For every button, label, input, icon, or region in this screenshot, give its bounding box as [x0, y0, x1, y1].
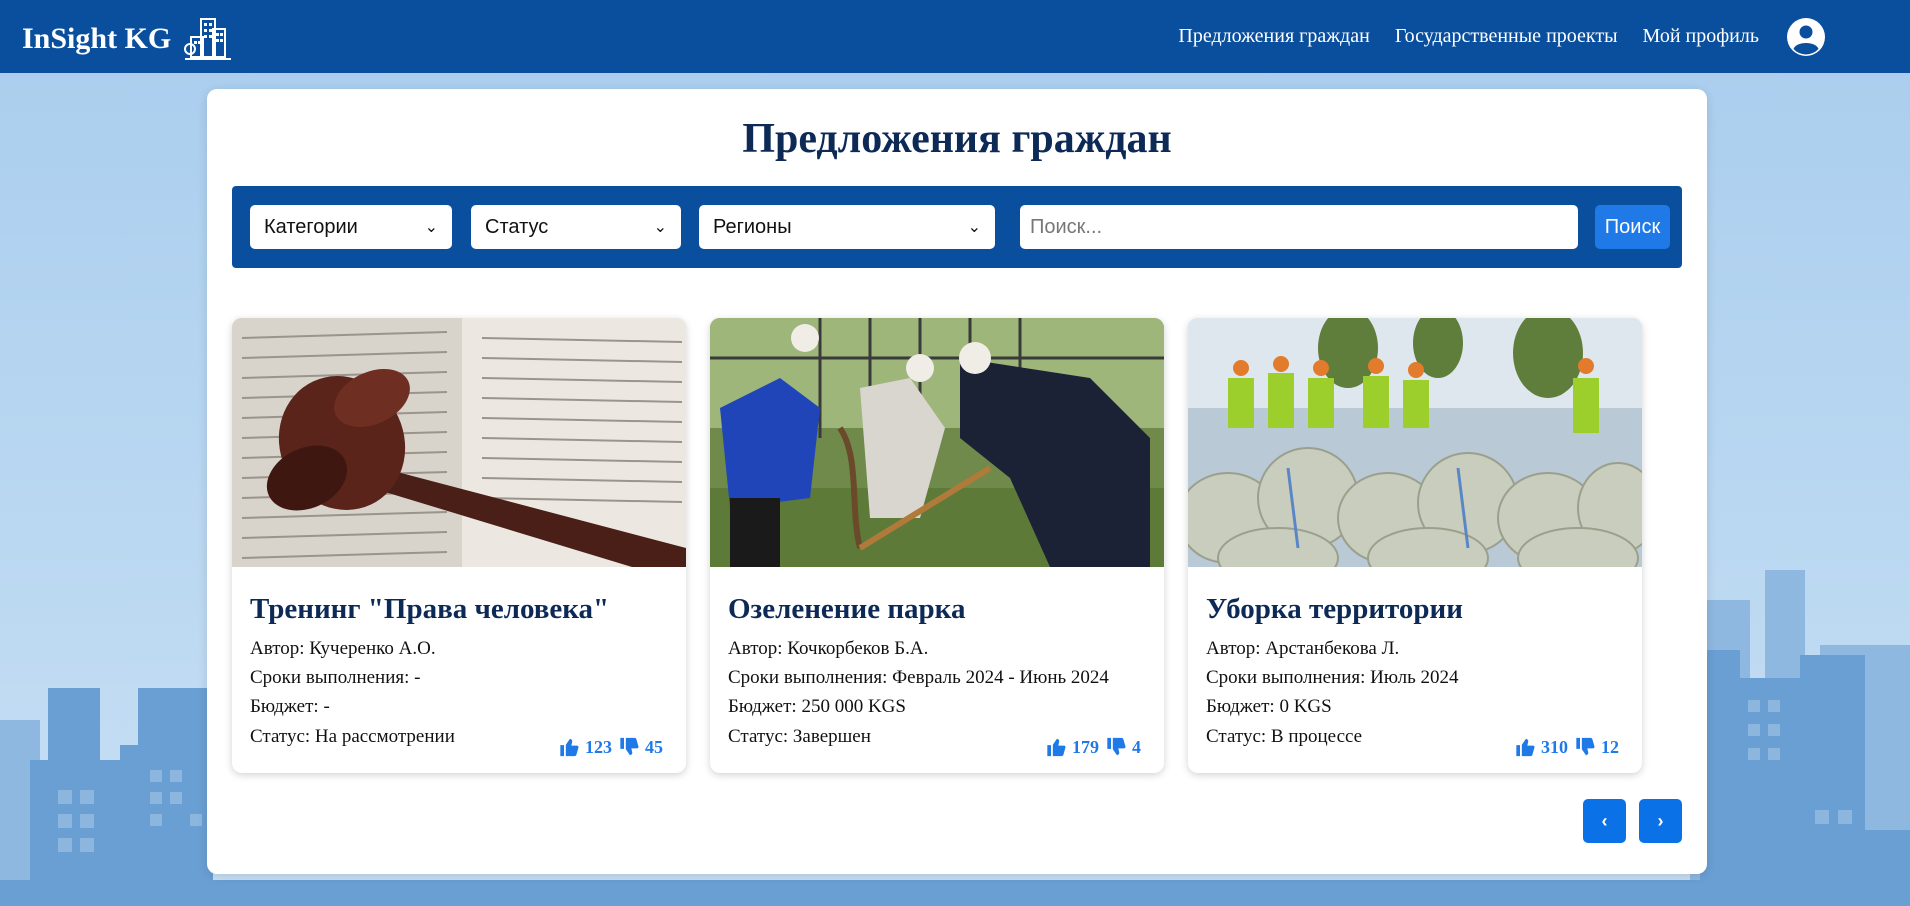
likes-count: 310: [1541, 736, 1568, 757]
card-deadline: Сроки выполнения: Июль 2024: [1206, 667, 1459, 688]
search-button[interactable]: Поиск: [1595, 205, 1670, 249]
likes-count: 179: [1072, 736, 1099, 757]
filter-bar: Категории ⌄ Статус ⌄ Регионы ⌄ Поиск: [232, 186, 1682, 268]
thumbs-down-icon[interactable]: [1105, 736, 1128, 758]
card-deadline: Сроки выполнения: -: [250, 667, 421, 688]
thumbs-up-icon[interactable]: [1045, 736, 1068, 758]
gavel-on-book-photo: [232, 318, 686, 567]
brand[interactable]: InSight KG: [22, 15, 233, 63]
region-select-label: Регионы: [713, 215, 792, 238]
card-budget: Бюджет: -: [250, 696, 330, 717]
top-navbar: InSight KG Предложения граждан Государст…: [0, 0, 1910, 73]
card-status: Статус: В процессе: [1206, 726, 1363, 747]
card-budget: Бюджет: 0 KGS: [1206, 696, 1332, 717]
card-status: Статус: На рассмотрении: [250, 726, 455, 747]
dislikes-count: 12: [1601, 736, 1619, 757]
card-title: Уборка территории: [1206, 593, 1463, 625]
search-input[interactable]: [1020, 205, 1578, 249]
vote-counter: 179 4: [1045, 736, 1141, 758]
category-select[interactable]: Категории ⌄: [250, 205, 452, 249]
dislikes-count: 4: [1132, 736, 1141, 757]
card-author: Автор: Кочкорбеков Б.А.: [728, 638, 929, 659]
chevron-down-icon: ⌄: [653, 219, 667, 236]
cleanup-bags-photo: [1188, 318, 1642, 567]
thumbs-up-icon[interactable]: [1514, 736, 1537, 758]
tree-planting-photo: [710, 318, 1164, 567]
nav-my-profile[interactable]: Мой профиль: [1643, 25, 1759, 48]
nav-government-projects[interactable]: Государственные проекты: [1395, 25, 1618, 48]
category-select-label: Категории: [264, 215, 358, 238]
status-select[interactable]: Статус ⌄: [471, 205, 681, 249]
brand-name: InSight KG: [22, 22, 172, 55]
page-title: Предложения граждан: [742, 116, 1172, 162]
main-panel: Предложения граждан Категории ⌄ Статус ⌄…: [207, 89, 1707, 874]
card-title: Озеленение парка: [728, 593, 966, 625]
vote-counter: 123 45: [558, 736, 663, 758]
card-title: Тренинг "Права человека": [250, 593, 610, 625]
proposal-card[interactable]: Озеленение парка Автор: Кочкорбеков Б.А.…: [710, 318, 1164, 773]
region-select[interactable]: Регионы ⌄: [699, 205, 995, 249]
thumbs-up-icon[interactable]: [558, 736, 581, 758]
prev-page-button[interactable]: ‹: [1583, 799, 1626, 843]
card-author: Автор: Арстанбекова Л.: [1206, 638, 1400, 659]
next-page-button[interactable]: ›: [1639, 799, 1682, 843]
status-select-label: Статус: [485, 215, 549, 238]
thumbs-down-icon[interactable]: [618, 736, 641, 758]
proposal-card[interactable]: Уборка территории Автор: Арстанбекова Л.…: [1188, 318, 1642, 773]
chevron-down-icon: ⌄: [967, 219, 981, 236]
main-nav: Предложения граждан Государственные прое…: [1178, 0, 1910, 73]
card-status: Статус: Завершен: [728, 726, 871, 747]
vote-counter: 310 12: [1514, 736, 1619, 758]
card-budget: Бюджет: 250 000 KGS: [728, 696, 906, 717]
user-avatar-icon[interactable]: [1786, 17, 1826, 57]
city-logo-icon: [184, 18, 232, 60]
proposal-card[interactable]: Тренинг "Права человека" Автор: Кучеренк…: [232, 318, 686, 773]
thumbs-down-icon[interactable]: [1574, 736, 1597, 758]
dislikes-count: 45: [645, 736, 663, 757]
card-deadline: Сроки выполнения: Февраль 2024 - Июнь 20…: [728, 667, 1109, 688]
card-author: Автор: Кучеренко А.О.: [250, 638, 436, 659]
chevron-down-icon: ⌄: [424, 219, 438, 236]
nav-citizen-proposals[interactable]: Предложения граждан: [1178, 25, 1369, 48]
likes-count: 123: [585, 736, 612, 757]
